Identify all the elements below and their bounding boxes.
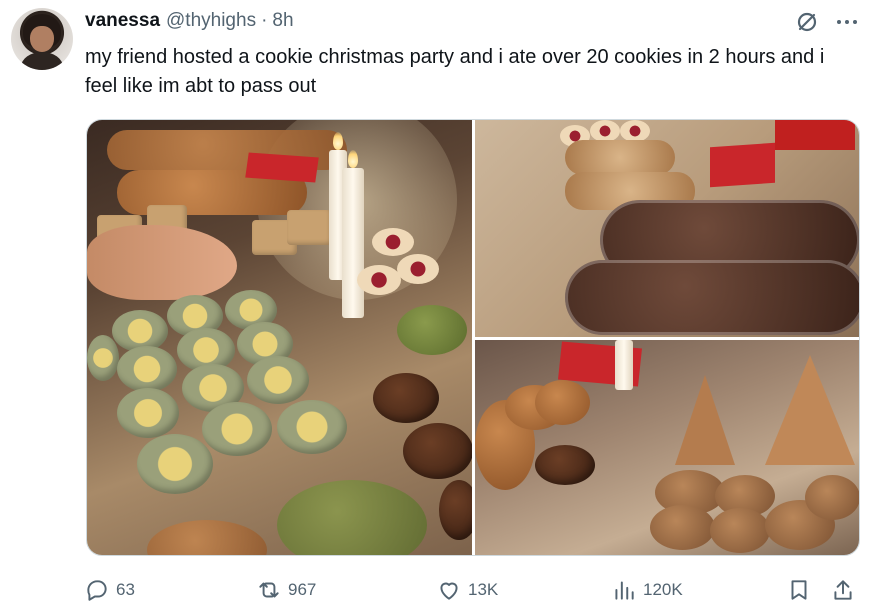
repost-count: 967 <box>288 580 317 599</box>
reply-icon <box>87 580 107 601</box>
chocolate-cookie <box>439 480 472 540</box>
avatar-body <box>21 52 63 70</box>
jam-cookie <box>590 120 620 142</box>
thumbprint-cookie <box>87 335 119 381</box>
thumbprint-cookie <box>277 400 347 454</box>
reply-button[interactable]: 63 <box>84 572 135 608</box>
gingerbread-tree <box>765 355 855 465</box>
tweet-text: my friend hosted a cookie christmas part… <box>85 46 825 97</box>
cookie-table-photo[interactable] <box>87 120 472 555</box>
cookie-trays-photo[interactable] <box>475 120 859 337</box>
share-icon <box>834 580 852 600</box>
jam-cookie <box>620 120 650 142</box>
cookie <box>147 520 267 555</box>
heart-icon <box>440 582 458 600</box>
chocolate-cookie <box>403 423 472 479</box>
chocolate-cookie <box>535 445 595 485</box>
crinkle-cookie-row <box>565 260 859 335</box>
candle <box>342 168 364 318</box>
thumbprint-cookie <box>117 388 179 438</box>
red-napkin <box>245 152 319 183</box>
like-count: 13K <box>468 580 499 599</box>
chocolate-chip-cookie <box>650 505 715 550</box>
thumbprint-cookie <box>202 402 272 456</box>
chocolate-chip-cookie <box>710 508 770 553</box>
grok-icon[interactable] <box>795 10 819 34</box>
thumbprint-cookie <box>117 346 177 392</box>
share-button[interactable] <box>830 572 856 608</box>
gingerbread-tree <box>675 375 735 465</box>
repost-button[interactable]: 967 <box>256 572 316 608</box>
tweet-header: vanessa @thyhighs · 8h <box>85 10 294 34</box>
repost-icon <box>259 582 279 598</box>
reply-count: 63 <box>116 580 135 599</box>
chocolate-cookie <box>373 373 439 423</box>
like-button[interactable]: 13K <box>436 572 498 608</box>
view-count: 120K <box>643 580 683 599</box>
more-icon[interactable] <box>834 10 860 34</box>
flame <box>333 132 343 150</box>
jam-cookie <box>357 265 401 295</box>
chocolate-chip-cookie <box>805 475 859 520</box>
views-button[interactable]: 120K <box>611 572 683 608</box>
jam-cookie <box>372 228 414 256</box>
timestamp[interactable]: 8h <box>272 10 293 32</box>
avatar-face <box>30 26 54 52</box>
red-box <box>775 120 855 150</box>
bookmark-icon <box>791 580 807 600</box>
sugar-cookie <box>535 380 590 425</box>
display-name[interactable]: vanessa <box>85 10 160 32</box>
cookie-row <box>565 140 675 175</box>
gingerbread-cookies-photo[interactable] <box>475 340 859 555</box>
avatar[interactable] <box>11 8 73 70</box>
candle <box>615 340 633 390</box>
action-bar: 63 967 13K 120K <box>0 572 876 608</box>
separator-dot: · <box>261 10 268 31</box>
jam-cookie <box>397 254 439 284</box>
flame <box>348 150 358 168</box>
matcha-cookie <box>277 480 427 555</box>
hand <box>87 225 237 300</box>
matcha-cookie <box>397 305 467 355</box>
thumbprint-cookie <box>137 434 213 494</box>
blondie <box>287 210 332 245</box>
media-grid <box>86 119 860 556</box>
thumbprint-cookie <box>247 356 309 404</box>
bookmark-button[interactable] <box>786 572 812 608</box>
views-icon <box>615 581 634 600</box>
red-napkin <box>710 142 775 188</box>
user-handle[interactable]: @thyhighs <box>166 10 256 32</box>
